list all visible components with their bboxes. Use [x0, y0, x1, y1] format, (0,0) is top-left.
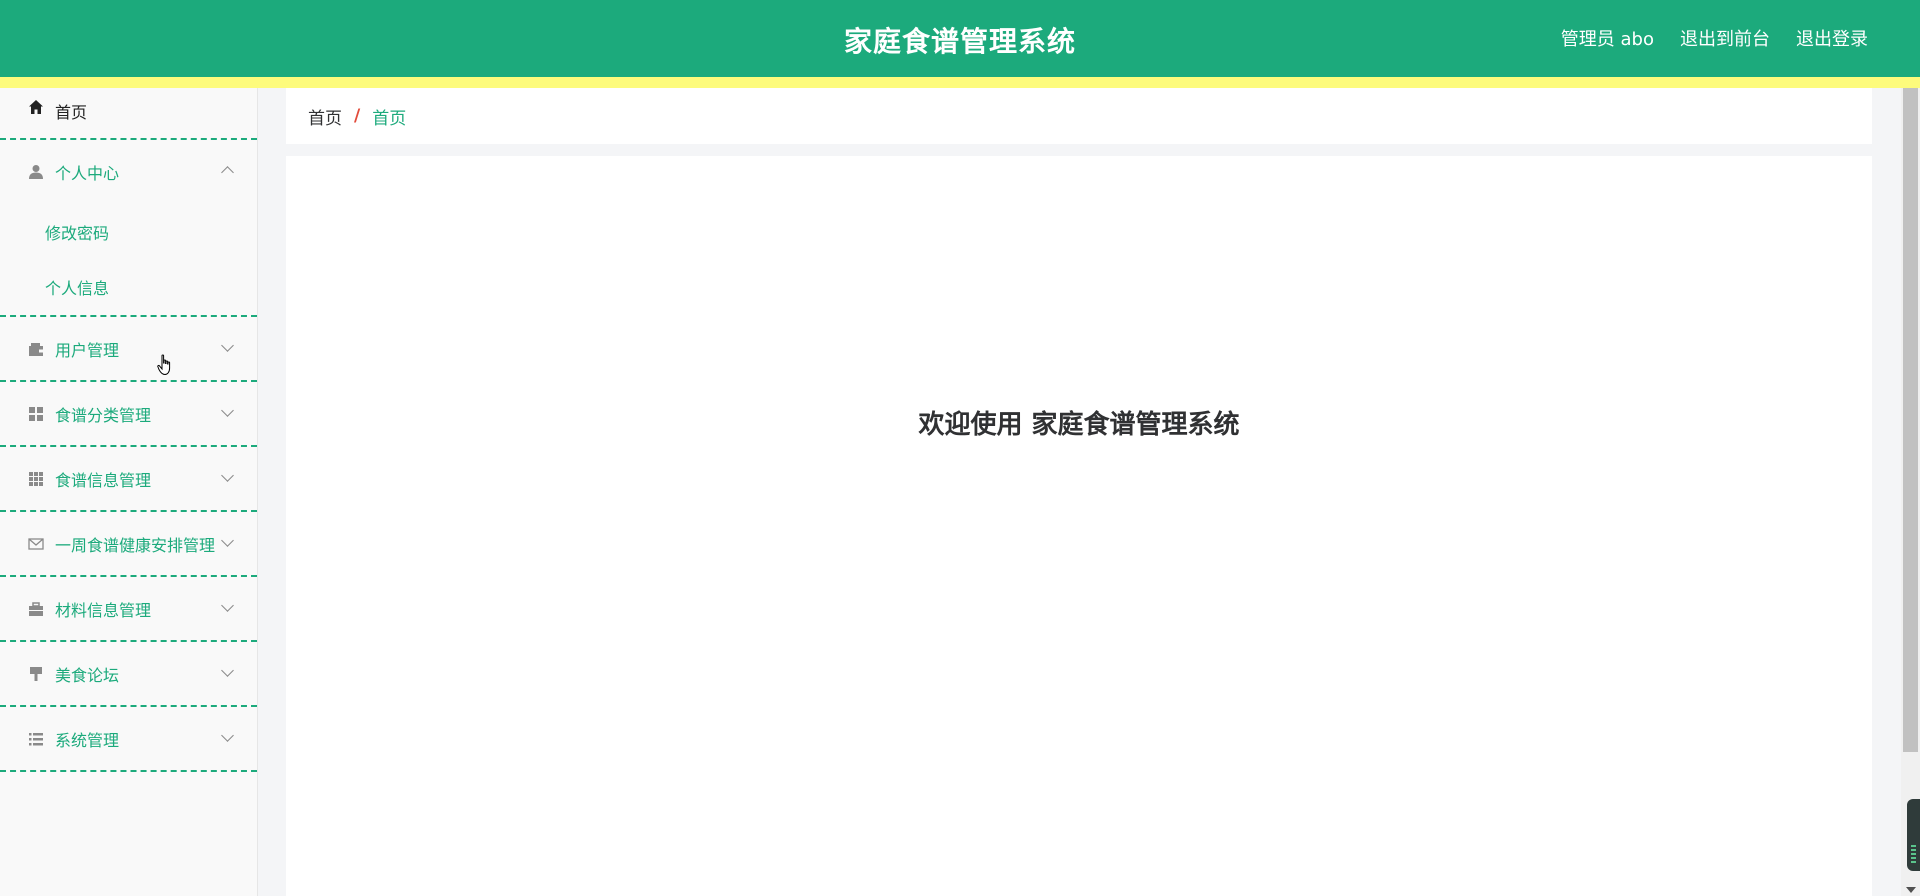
chevron-down-icon: [221, 404, 234, 417]
main-content: 欢迎使用 家庭食谱管理系统: [286, 156, 1872, 896]
sidebar-item-personal-center[interactable]: 个人中心: [0, 140, 257, 205]
admin-user-link[interactable]: 管理员 abo: [1561, 25, 1654, 51]
sidebar-item-label: 个人中心: [55, 164, 120, 184]
scrollbar-thumb[interactable]: [1903, 88, 1918, 752]
submenu-personal-info[interactable]: 个人信息: [0, 260, 109, 315]
sidebar-item-food-forum[interactable]: 美食论坛: [0, 642, 257, 707]
scroll-down-arrow-icon[interactable]: [1906, 887, 1916, 893]
sidebar-item-label: 用户管理: [55, 340, 120, 360]
sidebar-item-label: 食谱分类管理: [55, 405, 152, 425]
brush-icon: [28, 666, 44, 682]
header-links: 管理员 abo 退出到前台 退出登录: [1561, 25, 1868, 51]
chevron-down-icon: [221, 534, 234, 547]
breadcrumb-separator: /: [354, 106, 361, 126]
exit-to-front-link[interactable]: 退出到前台: [1680, 25, 1770, 51]
chevron-up-icon: [221, 166, 234, 179]
grip-icon: [1911, 845, 1916, 863]
welcome-message: 欢迎使用 家庭食谱管理系统: [918, 410, 1240, 440]
breadcrumb-current: 首页: [372, 108, 407, 129]
floating-tool-widget[interactable]: [1907, 799, 1920, 871]
top-header: 家庭食谱管理系统 管理员 abo 退出到前台 退出登录: [0, 0, 1920, 77]
sidebar-item-label: 食谱信息管理: [55, 470, 152, 490]
page-scrollbar[interactable]: [1901, 88, 1920, 896]
sidebar-item-material-info[interactable]: 材料信息管理: [0, 577, 257, 642]
hand-cursor-icon: [157, 354, 171, 376]
list-icon: [28, 731, 44, 747]
grid-icon: [28, 406, 44, 422]
chevron-down-icon: [221, 339, 234, 352]
breadcrumb-home-link[interactable]: 首页: [308, 104, 342, 129]
user-icon: [28, 164, 44, 180]
sidebar-item-weekly-plan[interactable]: 一周食谱健康安排管理: [0, 512, 257, 577]
breadcrumb: 首页 / 首页: [286, 88, 1872, 144]
chevron-down-icon: [221, 599, 234, 612]
sidebar-item-recipe-category[interactable]: 食谱分类管理: [0, 382, 257, 447]
sidebar-item-label: 美食论坛: [55, 665, 120, 685]
mail-icon: [28, 536, 44, 552]
sidebar-item-home[interactable]: 首页: [0, 88, 257, 140]
sidebar-item-label: 材料信息管理: [55, 600, 152, 620]
sidebar-item-recipe-info[interactable]: 食谱信息管理: [0, 447, 257, 512]
home-icon: [28, 99, 44, 115]
wallet-icon: [28, 341, 44, 357]
chevron-down-icon: [221, 664, 234, 677]
chevron-down-icon: [221, 729, 234, 742]
chevron-down-icon: [221, 469, 234, 482]
sidebar-item-label: 系统管理: [55, 730, 120, 750]
sidebar-item-label: 首页: [55, 103, 88, 122]
apps-icon: [28, 471, 44, 487]
sidebar-item-system-management[interactable]: 系统管理: [0, 707, 257, 772]
logout-link[interactable]: 退出登录: [1796, 25, 1868, 51]
sidebar-item-user-management[interactable]: 用户管理: [0, 317, 257, 382]
briefcase-icon: [28, 601, 44, 617]
sidebar-group-personal-center: 个人中心 修改密码 个人信息: [0, 140, 257, 317]
sidebar: 首页 个人中心 修改密码 个人信息 用户管理 食谱分类管理 食谱信息管理 一周食…: [0, 88, 258, 896]
submenu-change-password[interactable]: 修改密码: [0, 205, 109, 260]
sidebar-item-label: 一周食谱健康安排管理: [55, 535, 216, 555]
accent-bar: [0, 77, 1920, 88]
